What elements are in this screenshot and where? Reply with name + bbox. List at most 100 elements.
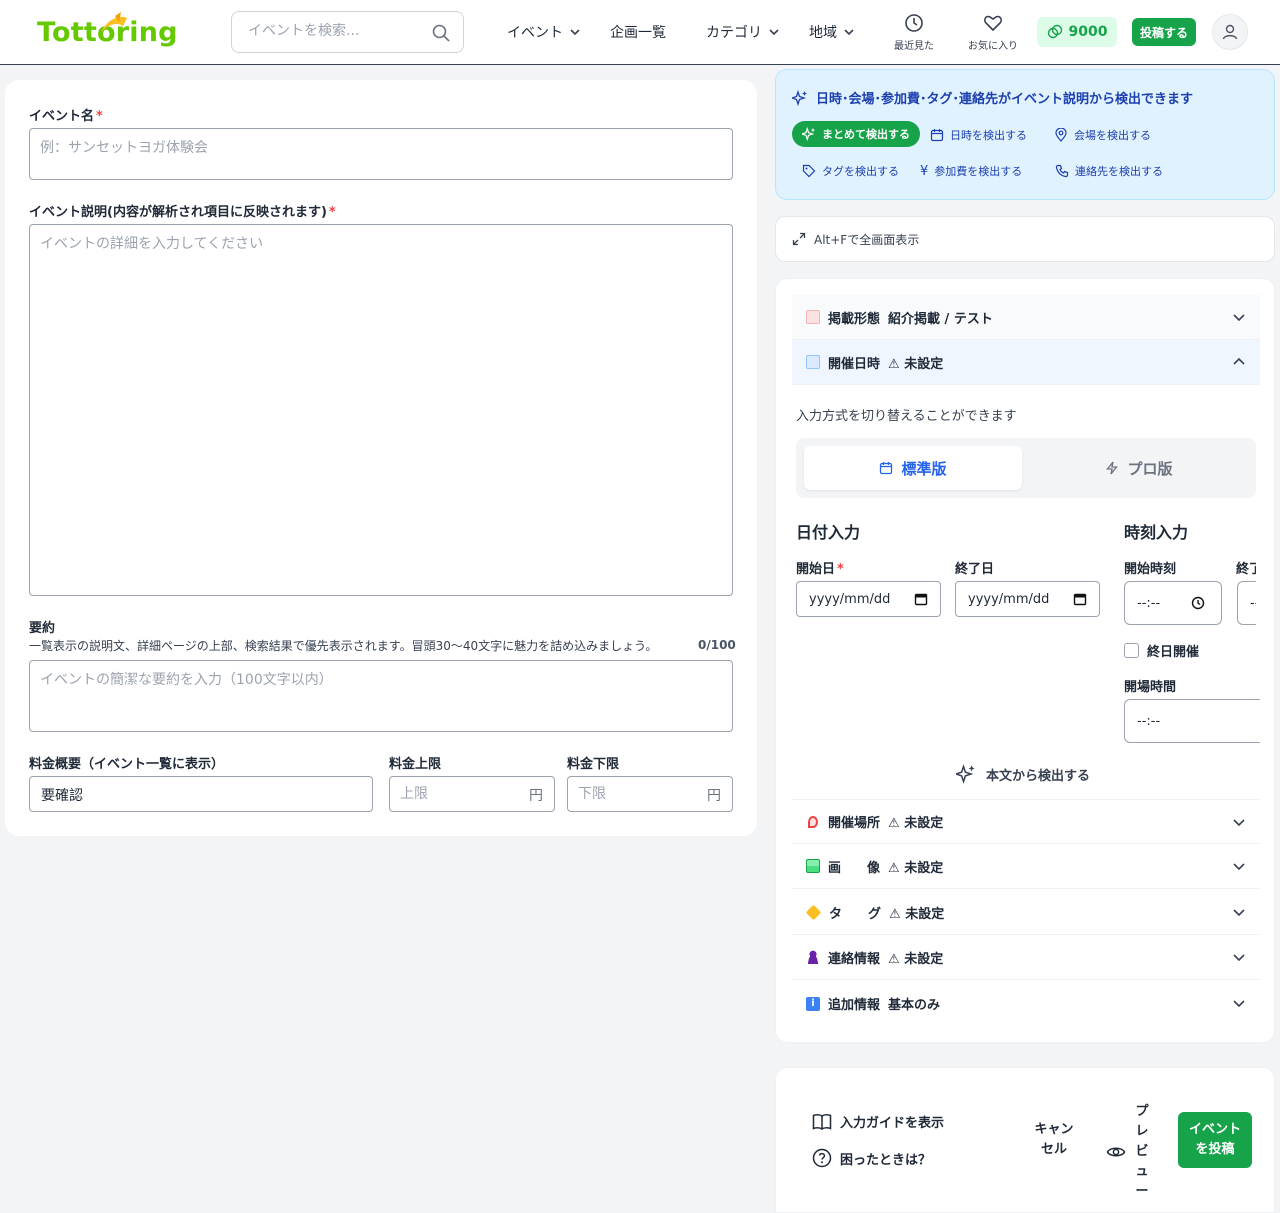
fee-min-unit: 円 bbox=[707, 788, 721, 804]
help-label: 困ったときは？ bbox=[840, 1152, 932, 1168]
preview-label: プレビュー bbox=[1135, 1104, 1149, 1199]
detect-from-body-button[interactable]: 本文から検出する bbox=[956, 764, 1090, 784]
tab-pro-label: プロ版 bbox=[1127, 459, 1173, 478]
detect-fee-button[interactable]: ¥ 参加費を検出する bbox=[920, 163, 1022, 179]
calendar-icon bbox=[930, 129, 944, 142]
allday-toggle[interactable]: 終日開催 bbox=[1124, 641, 1199, 660]
detect-fee-label: 参加費を検出する bbox=[934, 165, 1023, 178]
search-icon[interactable] bbox=[431, 23, 451, 43]
settings-accordion: 掲載形態 紹介掲載 / テスト 開催日時 ⚠ 未設定 入力方式を切り替えることが… bbox=[775, 278, 1275, 1043]
detect-contact-button[interactable]: 連絡先を検出する bbox=[1055, 163, 1163, 179]
summary-counter: 0/100 bbox=[698, 638, 736, 652]
chevron-down-icon bbox=[844, 29, 854, 36]
nav-plans[interactable]: 企画一覧 bbox=[610, 0, 666, 64]
accordion-venue-label: 開催場所 bbox=[828, 816, 881, 831]
sparkles-icon bbox=[956, 764, 975, 784]
tab-standard[interactable]: 標準版 bbox=[804, 446, 1022, 490]
end-time-label: 終了 bbox=[1236, 562, 1256, 577]
accordion-extra-label: 追加情報 bbox=[828, 998, 881, 1013]
end-date-input[interactable]: yyyy/mm/dd bbox=[955, 581, 1100, 617]
summary-field[interactable] bbox=[29, 660, 733, 732]
allday-label: 終日開催 bbox=[1147, 645, 1200, 660]
points-badge[interactable]: 9000 bbox=[1037, 17, 1117, 47]
coins-icon bbox=[1047, 24, 1062, 39]
detect-date-button[interactable]: 日時を検出する bbox=[930, 127, 1027, 143]
search-input[interactable] bbox=[248, 23, 428, 39]
favorites-link[interactable]: お気に入り bbox=[968, 13, 1018, 52]
eye-icon bbox=[1106, 1147, 1126, 1157]
pin-emoji-icon bbox=[808, 815, 818, 828]
accordion-datetime[interactable]: 開催日時 ⚠ 未設定 bbox=[792, 340, 1260, 385]
detect-title-text: 日時･会場･参加費･タグ･連絡先がイベント説明から検出できます bbox=[816, 92, 1194, 107]
accordion-image-value: ⚠ 未設定 bbox=[888, 860, 944, 876]
calendar-emoji-icon bbox=[806, 355, 820, 369]
top-header: Tottoring イベント 企画一覧 カテゴリ 地域 最近見た お気に入り 9… bbox=[0, 0, 1280, 65]
user-icon bbox=[1222, 24, 1238, 40]
chevron-down-icon bbox=[769, 29, 779, 36]
fullscreen-hint[interactable]: Alt+Fで全画面表示 bbox=[775, 216, 1275, 262]
tab-standard-label: 標準版 bbox=[901, 459, 947, 478]
accordion-contact-label: 連絡情報 bbox=[828, 951, 881, 967]
open-time-input[interactable]: --:-- bbox=[1124, 699, 1260, 743]
start-time-label: 開始時刻 bbox=[1124, 562, 1177, 577]
fee-summary-field[interactable]: 要確認 bbox=[29, 776, 373, 812]
yen-icon: ¥ bbox=[920, 163, 929, 179]
fullscreen-hint-text: Alt+Fで全画面表示 bbox=[814, 232, 920, 247]
event-name-field[interactable] bbox=[29, 128, 733, 180]
accordion-image[interactable]: 画 像 ⚠ 未設定 bbox=[792, 844, 1260, 889]
nav-region[interactable]: 地域 bbox=[809, 0, 855, 64]
tab-pro[interactable]: プロ版 bbox=[1030, 446, 1248, 490]
detect-title: 日時･会場･参加費･タグ･連絡先がイベント説明から検出できます bbox=[792, 88, 1193, 107]
guide-link[interactable]: 入力ガイドを表示 bbox=[812, 1112, 944, 1131]
chevron-down-icon bbox=[1233, 954, 1245, 962]
action-bar: 入力ガイドを表示 困ったときは？ キャンセル プレビュー イベントを投稿 bbox=[775, 1067, 1275, 1213]
start-date-input[interactable]: yyyy/mm/dd bbox=[796, 581, 941, 617]
accordion-tag-value: ⚠ 未設定 bbox=[889, 906, 945, 922]
post-button[interactable]: 投稿する bbox=[1132, 18, 1196, 46]
preview-button[interactable]: プレビュー bbox=[1106, 1102, 1150, 1202]
allday-checkbox[interactable] bbox=[1124, 643, 1139, 658]
accordion-tag[interactable]: タ グ ⚠ 未設定 bbox=[792, 890, 1260, 935]
chevron-down-icon bbox=[1233, 863, 1245, 871]
calendar-icon[interactable] bbox=[1073, 592, 1087, 606]
description-field[interactable] bbox=[29, 224, 733, 596]
tag-emoji-icon bbox=[805, 904, 822, 920]
chevron-down-icon bbox=[1233, 909, 1245, 917]
accordion-datetime-value: ⚠ 未設定 bbox=[888, 356, 944, 372]
detect-venue-label: 会場を検出する bbox=[1074, 129, 1151, 142]
guide-label: 入力ガイドを表示 bbox=[840, 1116, 945, 1131]
clock-icon bbox=[905, 14, 923, 32]
expand-icon bbox=[792, 232, 806, 246]
end-time-value: --:-- bbox=[1250, 595, 1256, 611]
accordion-extra-value: 基本のみ bbox=[888, 998, 941, 1013]
help-link[interactable]: 困ったときは？ bbox=[812, 1148, 931, 1168]
detect-all-button[interactable]: まとめて検出する bbox=[792, 121, 920, 147]
heart-icon bbox=[983, 15, 1003, 32]
clock-icon[interactable] bbox=[1191, 596, 1205, 610]
chevron-down-icon bbox=[1233, 1000, 1245, 1008]
nav-events[interactable]: イベント bbox=[507, 0, 581, 64]
event-name-label: イベント名 * bbox=[29, 109, 103, 124]
accordion-format-value: 紹介掲載 / テスト bbox=[888, 311, 993, 327]
detect-all-label: まとめて検出する bbox=[822, 128, 910, 141]
search-box[interactable] bbox=[231, 11, 464, 53]
detect-tag-button[interactable]: タグを検出する bbox=[802, 163, 899, 179]
calendar-icon[interactable] bbox=[914, 592, 928, 606]
user-avatar[interactable] bbox=[1212, 14, 1248, 50]
start-time-input[interactable]: --:-- bbox=[1124, 581, 1222, 625]
accordion-venue[interactable]: 開催場所 ⚠ 未設定 bbox=[792, 799, 1260, 844]
summary-label: 要約 bbox=[29, 621, 56, 636]
submit-event-button[interactable]: イベントを投稿 bbox=[1178, 1112, 1252, 1168]
accordion-extra[interactable]: i 追加情報 基本のみ bbox=[792, 981, 1260, 1026]
accordion-format[interactable]: 掲載形態 紹介掲載 / テスト bbox=[792, 295, 1260, 340]
detect-venue-button[interactable]: 会場を検出する bbox=[1054, 127, 1151, 143]
favorites-label: お気に入り bbox=[968, 41, 1018, 52]
clipboard-icon bbox=[806, 310, 820, 324]
nav-category[interactable]: カテゴリ bbox=[706, 0, 780, 64]
end-time-input[interactable]: --:-- bbox=[1237, 581, 1256, 625]
site-logo[interactable]: Tottoring bbox=[37, 12, 197, 52]
accordion-contact[interactable]: 連絡情報 ⚠ 未設定 bbox=[792, 935, 1260, 980]
info-emoji-icon: i bbox=[806, 996, 820, 1011]
recent-viewed-link[interactable]: 最近見た bbox=[894, 13, 934, 52]
cancel-button[interactable]: キャンセル bbox=[1032, 1120, 1076, 1160]
